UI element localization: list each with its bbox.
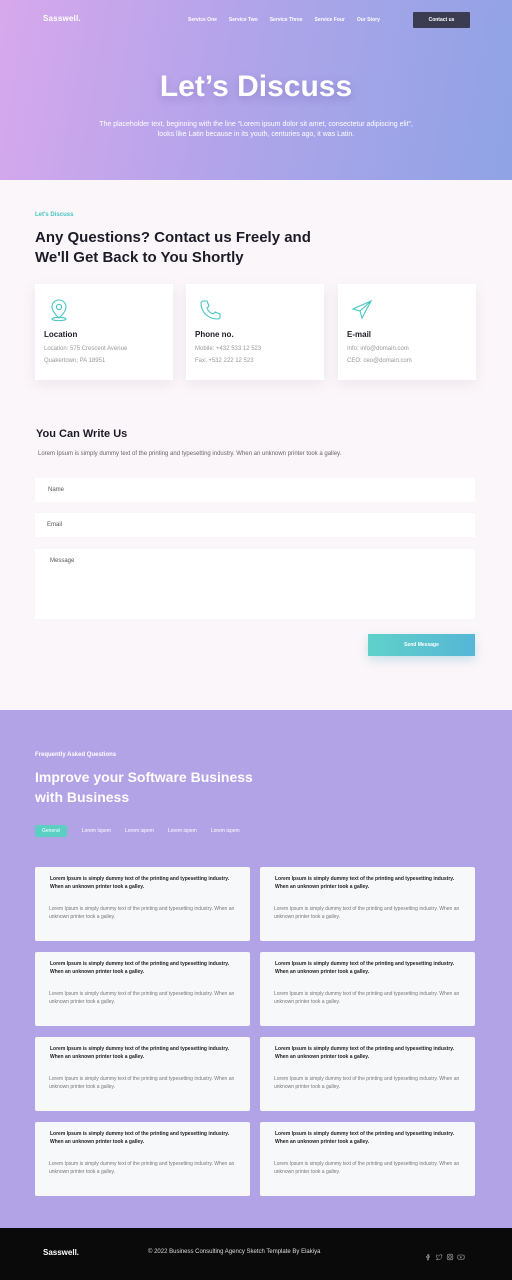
faq-answer: Lorem Ipsum is simply dummy text of the … [274, 991, 460, 1005]
tab-lorem-ispem-3[interactable]: Lorem ispem [168, 828, 197, 834]
main-nav: Service One Service Two Service Three Se… [188, 17, 380, 23]
location-card: Location Location: 575 Crescent Avenue Q… [35, 284, 173, 380]
nav-item-service-one[interactable]: Service One [188, 17, 217, 23]
contact-us-button[interactable]: Contact us [413, 12, 470, 28]
email-field[interactable]: Email [35, 513, 475, 537]
card-line: Mobile: +432 533 12 523 [195, 346, 262, 352]
tab-lorem-ispem-2[interactable]: Lorem ispem [125, 828, 154, 834]
phone-icon [200, 300, 221, 320]
faq-eyebrow: Frequently Asked Questions [35, 752, 117, 758]
faq-item[interactable]: Lorem Ipsum is simply dummy text of the … [260, 1037, 475, 1111]
faq-question: Lorem Ipsum is simply dummy text of the … [50, 876, 230, 890]
tab-general[interactable]: General [35, 825, 67, 837]
phone-card: Phone no. Mobile: +432 533 12 523 Fax: +… [186, 284, 324, 380]
email-card: E-mail Info: info@domain.com CEO: ceo@do… [338, 284, 476, 380]
copyright-text: © 2022 Business Consulting Agency Sketch… [148, 1249, 321, 1255]
card-line: Location: 575 Crescent Avenue [44, 346, 128, 352]
faq-answer: Lorem Ipsum is simply dummy text of the … [274, 1161, 460, 1175]
instagram-icon[interactable] [446, 1248, 454, 1261]
faq-answer: Lorem Ipsum is simply dummy text of the … [274, 906, 460, 920]
faq-section: Frequently Asked Questions Improve your … [0, 710, 512, 1228]
faq-question: Lorem Ipsum is simply dummy text of the … [275, 1131, 455, 1145]
hero-subtitle: The placeholder text, beginning with the… [99, 121, 413, 138]
card-line: Quakertown, PA 18951 [44, 358, 106, 364]
section-eyebrow: Let's Discuss [35, 212, 74, 218]
faq-answer: Lorem Ipsum is simply dummy text of the … [49, 991, 235, 1005]
faq-question: Lorem Ipsum is simply dummy text of the … [275, 1046, 455, 1060]
message-field[interactable]: Message [35, 549, 475, 619]
faq-question: Lorem Ipsum is simply dummy text of the … [275, 876, 455, 890]
nav-item-service-three[interactable]: Service Three [270, 17, 303, 23]
nav-item-our-story[interactable]: Our Story [357, 17, 380, 23]
nav-item-service-four[interactable]: Service Four [315, 17, 345, 23]
faq-answer: Lorem Ipsum is simply dummy text of the … [49, 1161, 235, 1175]
twitter-icon[interactable] [435, 1248, 443, 1261]
faq-answer: Lorem Ipsum is simply dummy text of the … [274, 1076, 460, 1090]
paper-plane-icon [351, 299, 373, 320]
social-links [424, 1248, 465, 1261]
card-line: CEO: ceo@domain.com [347, 358, 412, 364]
footer-logo[interactable]: Sasswell. [43, 1248, 79, 1257]
tab-lorem-ispem-1[interactable]: Lorem Ispem [82, 828, 111, 834]
faq-answer: Lorem Ipsum is simply dummy text of the … [49, 1076, 235, 1090]
hero-section: Sasswell. Service One Service Two Servic… [0, 0, 512, 180]
faq-item[interactable]: Lorem Ipsum is simply dummy text of the … [260, 952, 475, 1026]
faq-item[interactable]: Lorem Ipsum is simply dummy text of the … [35, 867, 250, 941]
footer: Sasswell. © 2022 Business Consulting Age… [0, 1228, 512, 1280]
logo[interactable]: Sasswell. [43, 14, 81, 23]
form-title: You Can Write Us [36, 428, 128, 440]
faq-item[interactable]: Lorem Ipsum is simply dummy text of the … [260, 1122, 475, 1196]
form-description: Lorem Ipsum is simply dummy text of the … [38, 451, 342, 457]
faq-answer: Lorem Ipsum is simply dummy text of the … [49, 906, 235, 920]
card-line: Fax: +532 222 12 523 [195, 358, 254, 364]
faq-tabs: General Lorem Ispem Lorem ispem Lorem is… [35, 825, 254, 837]
faq-item[interactable]: Lorem Ipsum is simply dummy text of the … [260, 867, 475, 941]
faq-question: Lorem Ipsum is simply dummy text of the … [50, 1046, 230, 1060]
card-title: E-mail [347, 330, 372, 339]
tab-lorem-ispem-4[interactable]: Lorem ispem [211, 828, 240, 834]
hero-title: Let’s Discuss [159, 70, 353, 103]
youtube-icon[interactable] [457, 1248, 465, 1260]
location-pin-icon [51, 299, 67, 322]
faq-question: Lorem Ipsum is simply dummy text of the … [275, 961, 455, 975]
send-message-button[interactable]: Send Message [368, 634, 475, 656]
card-line: Info: info@domain.com [347, 346, 409, 352]
faq-item[interactable]: Lorem Ipsum is simply dummy text of the … [35, 1122, 250, 1196]
faq-item[interactable]: Lorem Ipsum is simply dummy text of the … [35, 1037, 250, 1111]
name-field[interactable]: Name [35, 478, 475, 502]
faq-question: Lorem Ipsum is simply dummy text of the … [50, 1131, 230, 1145]
faq-heading: Improve your Software Business with Busi… [35, 769, 253, 805]
facebook-icon[interactable] [424, 1248, 432, 1261]
card-title: Phone no. [195, 330, 234, 339]
nav-item-service-two[interactable]: Service Two [229, 17, 258, 23]
faq-item[interactable]: Lorem Ipsum is simply dummy text of the … [35, 952, 250, 1026]
faq-question: Lorem Ipsum is simply dummy text of the … [50, 961, 230, 975]
card-title: Location [44, 330, 78, 339]
contact-heading: Any Questions? Contact us Freely and We'… [35, 229, 311, 266]
